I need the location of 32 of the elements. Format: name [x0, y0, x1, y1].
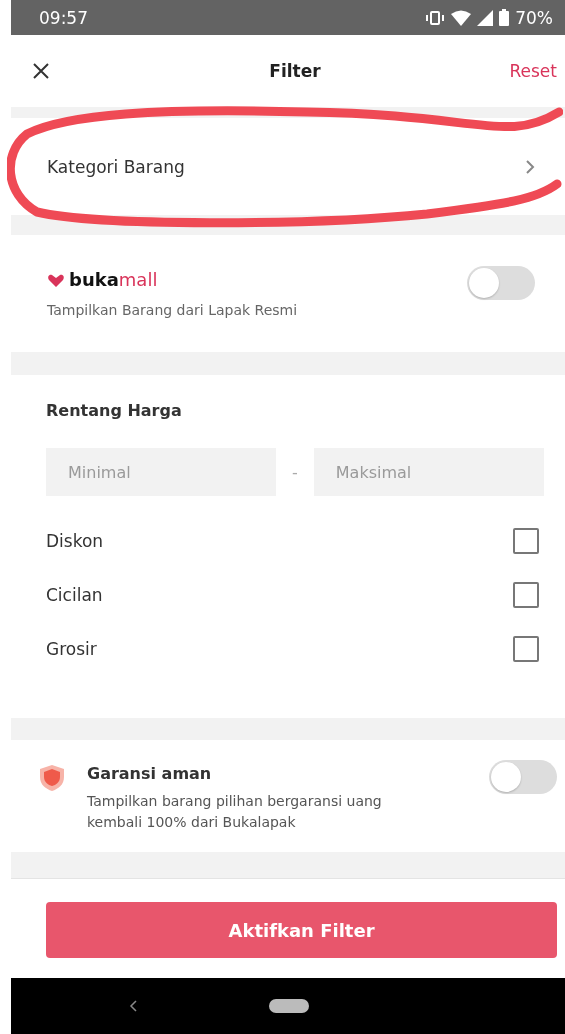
section-title: Rentang Harga	[46, 401, 182, 420]
battery-icon	[499, 9, 510, 26]
signal-icon	[477, 9, 494, 26]
back-icon[interactable]	[129, 1000, 137, 1012]
min-price-field[interactable]: Minimal	[46, 448, 276, 496]
page-title: Filter	[269, 61, 321, 81]
max-price-field[interactable]: Maksimal	[313, 448, 544, 496]
heart-logo-icon	[47, 272, 65, 287]
guarantee-description: Tampilkan barang pilihan bergaransi uang kembali 100% dari Bukalapak	[87, 792, 383, 832]
close-icon[interactable]	[33, 63, 49, 79]
chevron-right-icon	[525, 159, 535, 174]
bukamall-toggle[interactable]	[467, 265, 535, 300]
option-label: Grosir	[46, 639, 97, 659]
home-icon[interactable]	[269, 999, 309, 1013]
option-label: Diskon	[46, 531, 104, 551]
apply-filter-button[interactable]: Aktifkan Filter	[46, 902, 557, 958]
option-checkbox[interactable]	[513, 582, 539, 608]
category-label[interactable]: Kategori Barang	[47, 156, 185, 177]
battery-level: 70%	[515, 7, 553, 28]
guarantee-title: Garansi aman	[87, 764, 213, 783]
option-checkbox[interactable]	[513, 528, 539, 554]
vibrate-icon	[425, 10, 446, 25]
wifi-icon	[451, 9, 472, 26]
reset-link[interactable]: Reset	[509, 61, 557, 81]
range-separator: -	[292, 462, 298, 482]
bukamall-subtitle: Tampilkan Barang dari Lapak Resmi	[47, 302, 298, 318]
shield-icon	[39, 764, 65, 792]
time: 09:57	[39, 7, 88, 28]
option-label: Cicilan	[46, 585, 103, 605]
guarantee-toggle[interactable]	[489, 760, 557, 794]
option-checkbox[interactable]	[513, 636, 539, 662]
brand-logo: bukamall	[69, 269, 158, 290]
